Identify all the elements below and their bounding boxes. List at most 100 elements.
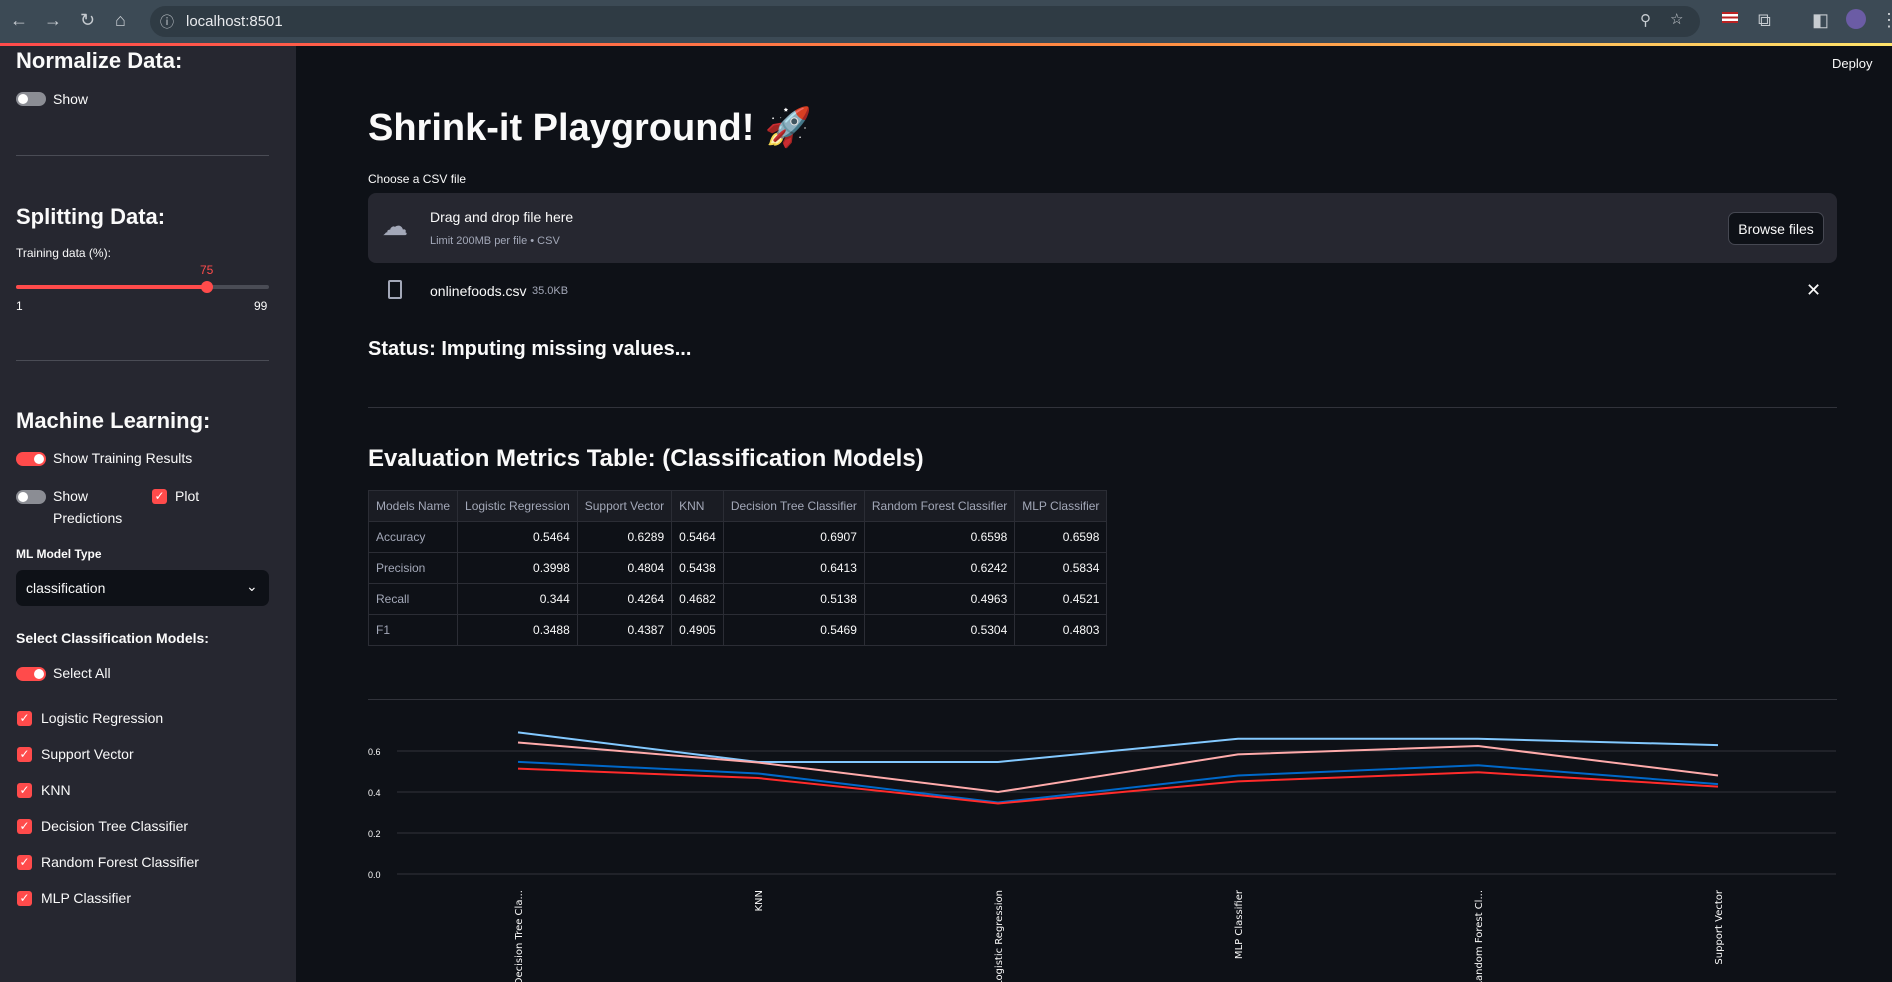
- site-info-icon[interactable]: ⓘ: [160, 12, 174, 32]
- table-cell: 0.6907: [722, 521, 865, 553]
- table-cell: 0.4963: [863, 583, 1016, 615]
- file-dropzone[interactable]: ☁ Drag and drop file here Limit 200MB pe…: [368, 193, 1837, 263]
- model-label: Decision Tree Classifier: [41, 818, 189, 834]
- slider-max: 99: [254, 299, 268, 313]
- normalize-show-toggle[interactable]: [16, 92, 46, 106]
- metrics-table: Models Name Logistic Regression Support Ve…: [367, 490, 1108, 646]
- flag-extension-icon[interactable]: [1722, 12, 1738, 23]
- table-cell: 0.6413: [722, 552, 865, 584]
- browser-toolbar: ← → ↻ ⌂ ⓘ localhost:8501 ⚲ ☆ ⧉ ◧ ⋮: [0, 0, 1892, 43]
- extensions-icon[interactable]: ⧉: [1758, 10, 1771, 31]
- url-text: localhost:8501: [186, 13, 283, 30]
- remove-file-icon[interactable]: ✕: [1806, 280, 1821, 301]
- slider-label: Training data (%):: [16, 246, 111, 260]
- profile-avatar[interactable]: [1846, 9, 1866, 29]
- model-label: KNN: [41, 782, 71, 798]
- normalize-show-label: Show: [53, 91, 89, 107]
- table-cell: 0.5138: [722, 583, 865, 615]
- table-row: F1 0.3488 0.4387 0.4905 0.5469 0.5304 0.4803: [367, 614, 1108, 646]
- column-header: Models Name: [367, 490, 459, 522]
- show-training-toggle[interactable]: [16, 452, 46, 466]
- x-tick-label: Decision Tree Cla...: [514, 890, 525, 982]
- y-tick-label: 0.2: [368, 829, 381, 839]
- model-checkbox[interactable]: ✓: [17, 855, 32, 870]
- table-cell: 0.4264: [576, 583, 673, 615]
- home-icon[interactable]: ⌂: [115, 10, 126, 31]
- table-cell: Recall: [367, 583, 459, 615]
- table-cell: 0.4804: [576, 552, 673, 584]
- plot-checkbox[interactable]: ✓: [152, 489, 167, 504]
- ml-title: Machine Learning:: [16, 408, 211, 433]
- table-cell: 0.3998: [457, 552, 578, 584]
- chevron-down-icon: ⌄: [246, 578, 258, 594]
- table-cell: F1: [367, 614, 459, 646]
- x-tick-label: Logistic Regression: [994, 890, 1005, 982]
- reload-icon[interactable]: ↻: [80, 10, 95, 31]
- table-row: Accuracy 0.5464 0.6289 0.5464 0.6907 0.6598 0.…: [367, 521, 1108, 553]
- table-cell: 0.5438: [671, 552, 724, 584]
- sidebar: Normalize Data: Show Splitting Data: Tra…: [0, 46, 296, 982]
- page-title: Shrink-it Playground! 🚀: [368, 107, 813, 149]
- column-header: Support Vector: [576, 490, 673, 522]
- model-checkbox[interactable]: ✓: [17, 819, 32, 834]
- column-header: Decision Tree Classifier: [722, 490, 865, 522]
- zoom-icon[interactable]: ⚲: [1640, 11, 1651, 29]
- model-type-select[interactable]: classification ⌄: [16, 570, 269, 606]
- y-tick-label: 0.6: [368, 747, 381, 757]
- table-cell: 0.4682: [671, 583, 724, 615]
- divider: [16, 360, 269, 361]
- model-label: Logistic Regression: [41, 710, 164, 726]
- side-panel-icon[interactable]: ◧: [1812, 10, 1829, 31]
- show-predictions-toggle[interactable]: [16, 490, 46, 504]
- model-label: MLP Classifier: [41, 890, 131, 906]
- slider-min: 1: [16, 299, 23, 313]
- address-bar[interactable]: ⓘ localhost:8501 ⚲ ☆: [150, 6, 1700, 37]
- y-tick-label: 0.4: [368, 788, 381, 798]
- model-type-value: classification: [26, 580, 106, 596]
- bookmark-star-icon[interactable]: ☆: [1670, 10, 1683, 28]
- table-cell: 0.4803: [1014, 614, 1108, 646]
- table-cell: 0.4521: [1014, 583, 1108, 615]
- table-cell: 0.6598: [1014, 521, 1108, 553]
- drop-limit: Limit 200MB per file • CSV: [430, 235, 560, 247]
- model-checkbox[interactable]: ✓: [17, 711, 32, 726]
- menu-icon[interactable]: ⋮: [1880, 10, 1892, 31]
- series-line-f1: [517, 760, 1719, 804]
- browse-files-button[interactable]: Browse files: [1728, 212, 1824, 245]
- uploader-label: Choose a CSV file: [368, 172, 467, 186]
- training-slider[interactable]: [16, 281, 269, 293]
- table-cell: 0.4905: [671, 614, 724, 646]
- model-checkbox[interactable]: ✓: [17, 783, 32, 798]
- select-all-label: Select All: [53, 665, 111, 681]
- model-type-label: ML Model Type: [16, 547, 102, 561]
- back-icon[interactable]: ←: [10, 10, 28, 31]
- table-title: Evaluation Metrics Table: (Classificatio…: [368, 445, 924, 472]
- file-size: 35.0KB: [532, 285, 569, 297]
- table-cell: Precision: [367, 552, 459, 584]
- show-training-label: Show Training Results: [53, 450, 193, 466]
- forward-icon[interactable]: →: [44, 10, 62, 31]
- x-tick-label: Random Forest Cl...: [1474, 890, 1485, 982]
- table-row: Precision 0.3998 0.4804 0.5438 0.6413 0.6242 0…: [367, 552, 1108, 584]
- model-checkbox[interactable]: ✓: [17, 747, 32, 762]
- column-header: MLP Classifier: [1014, 490, 1108, 522]
- table-cell: 0.6289: [576, 521, 673, 553]
- select-models-title: Select Classification Models:: [16, 630, 209, 646]
- y-tick-label: 0.0: [368, 870, 381, 880]
- table-header-row: Models Name Logistic Regression Support Ve…: [367, 490, 1108, 522]
- x-tick-label: Support Vector: [1714, 889, 1725, 964]
- model-label: Support Vector: [41, 746, 134, 762]
- slider-value: 75: [200, 263, 214, 277]
- show-predictions-label-2: Predictions: [53, 510, 123, 526]
- model-checkbox[interactable]: ✓: [17, 891, 32, 906]
- column-header: KNN: [671, 490, 724, 522]
- slider-handle[interactable]: [201, 281, 213, 293]
- divider: [368, 407, 1837, 408]
- normalize-title: Normalize Data:: [16, 48, 183, 73]
- select-all-toggle[interactable]: [16, 667, 46, 681]
- slider-fill: [16, 285, 206, 289]
- table-row: Recall 0.344 0.4264 0.4682 0.5138 0.4963 0.452…: [367, 583, 1108, 615]
- table-cell: 0.5464: [457, 521, 578, 553]
- deploy-button[interactable]: Deploy: [1832, 56, 1872, 71]
- table-cell: 0.4387: [576, 614, 673, 646]
